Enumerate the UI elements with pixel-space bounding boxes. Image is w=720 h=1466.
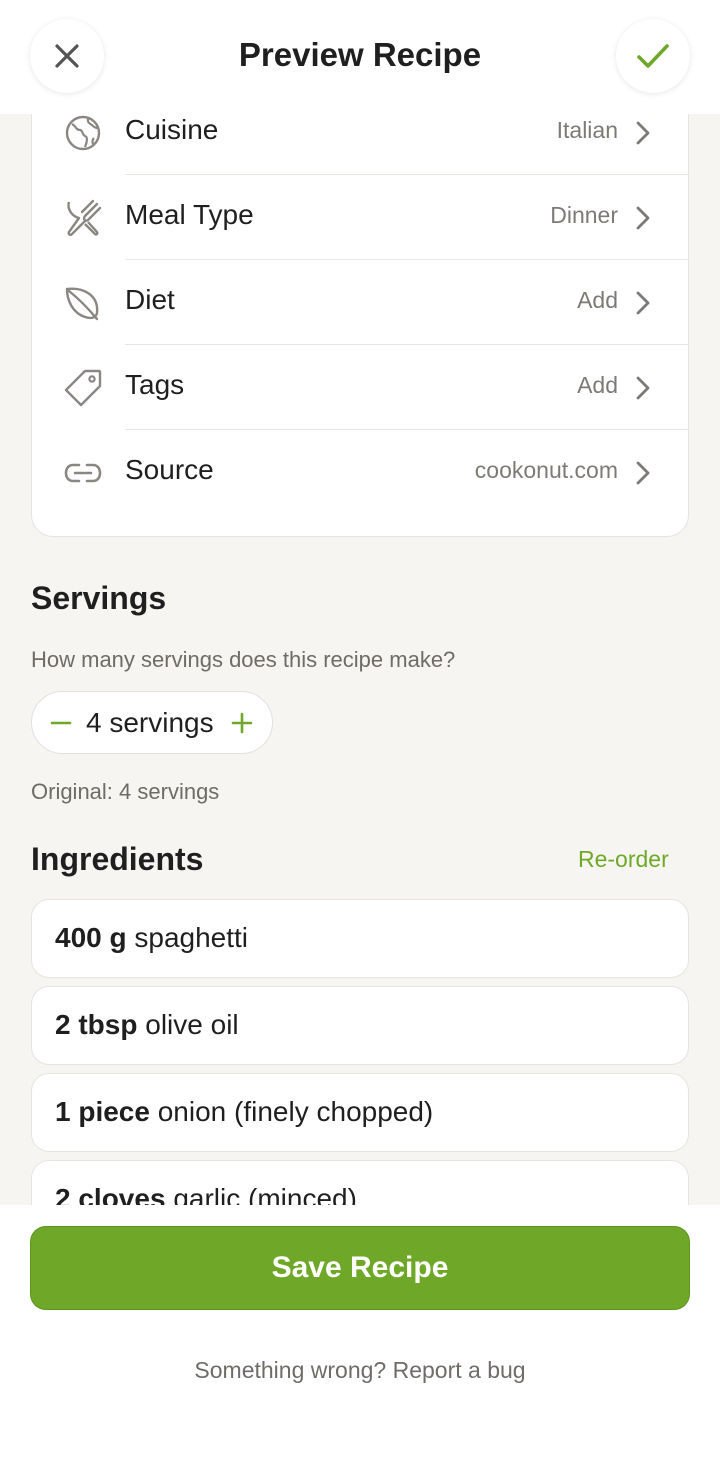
confirm-button[interactable] [616, 19, 690, 93]
save-recipe-button[interactable]: Save Recipe [30, 1226, 690, 1310]
servings-original: Original: 4 servings [31, 779, 220, 804]
decrease-servings-button[interactable] [49, 706, 73, 740]
ingredient-item[interactable]: 2 tbsp olive oil [31, 986, 689, 1065]
servings-count: 4 servings [86, 707, 214, 738]
ingredient-name: onion (finely chopped) [157, 1096, 434, 1127]
details-value-cuisine: Italian [556, 117, 618, 143]
recipe-details-card: Cuisine Italian Meal Type Dinner Diet Ad… [31, 114, 690, 537]
ingredient-name: garlic (minced) [173, 1183, 357, 1205]
chevron-right-icon [636, 206, 650, 230]
increase-servings-button[interactable] [230, 706, 254, 740]
ingredient-quantity: 2 cloves [55, 1183, 166, 1205]
tag-icon [62, 367, 104, 409]
details-row-diet[interactable]: Diet Add [32, 260, 690, 345]
ingredient-name: olive oil [145, 1009, 239, 1040]
report-bug-link[interactable]: Something wrong? Report a bug [0, 1357, 720, 1384]
details-value-diet: Add [577, 287, 618, 313]
details-value-tags: Add [577, 372, 618, 398]
chevron-right-icon [636, 291, 650, 315]
details-value-source: cookonut.com [474, 457, 618, 483]
reorder-link[interactable]: Re-order [578, 846, 669, 873]
ingredient-quantity: 400 g [55, 922, 127, 953]
leaf-icon [62, 282, 104, 324]
ingredient-quantity: 2 tbsp [55, 1009, 138, 1040]
fork-knife-icon [62, 197, 104, 239]
details-label-source: Source [125, 454, 214, 485]
header-bar: Preview Recipe [0, 0, 720, 114]
ingredient-item[interactable]: 400 g spaghetti [31, 899, 689, 978]
chevron-right-icon [636, 376, 650, 400]
globe-icon [62, 114, 104, 154]
page-title: Preview Recipe [238, 36, 482, 73]
ingredient-item[interactable]: 1 piece onion (finely chopped) [31, 1073, 689, 1152]
ingredients-title: Ingredients [31, 841, 204, 877]
details-row-meal-type[interactable]: Meal Type Dinner [32, 175, 690, 260]
plus-icon [231, 712, 253, 734]
details-value-meal-type: Dinner [550, 202, 618, 228]
chevron-right-icon [636, 461, 650, 485]
details-row-cuisine[interactable]: Cuisine Italian [32, 114, 690, 175]
servings-stepper: 4 servings [31, 691, 273, 754]
details-row-source[interactable]: Source cookonut.com [32, 430, 690, 515]
footer-bar: Save Recipe Something wrong? Report a bu… [0, 1205, 720, 1466]
link-icon [62, 452, 104, 494]
check-icon [637, 44, 669, 68]
ingredient-name: spaghetti [134, 922, 249, 953]
ingredient-quantity: 1 piece [55, 1096, 150, 1127]
details-label-diet: Diet [125, 284, 175, 315]
servings-title: Servings [31, 580, 167, 616]
scroll-content[interactable]: Cuisine Italian Meal Type Dinner Diet Ad… [0, 114, 720, 1205]
ingredient-item[interactable]: 2 cloves garlic (minced) [31, 1160, 689, 1205]
details-label-tags: Tags [125, 369, 185, 400]
details-label-cuisine: Cuisine [125, 114, 219, 145]
details-row-tags[interactable]: Tags Add [32, 345, 690, 430]
details-label-meal-type: Meal Type [125, 199, 254, 230]
minus-icon [50, 721, 72, 725]
servings-question: How many servings does this recipe make? [31, 647, 456, 672]
chevron-right-icon [636, 121, 650, 145]
